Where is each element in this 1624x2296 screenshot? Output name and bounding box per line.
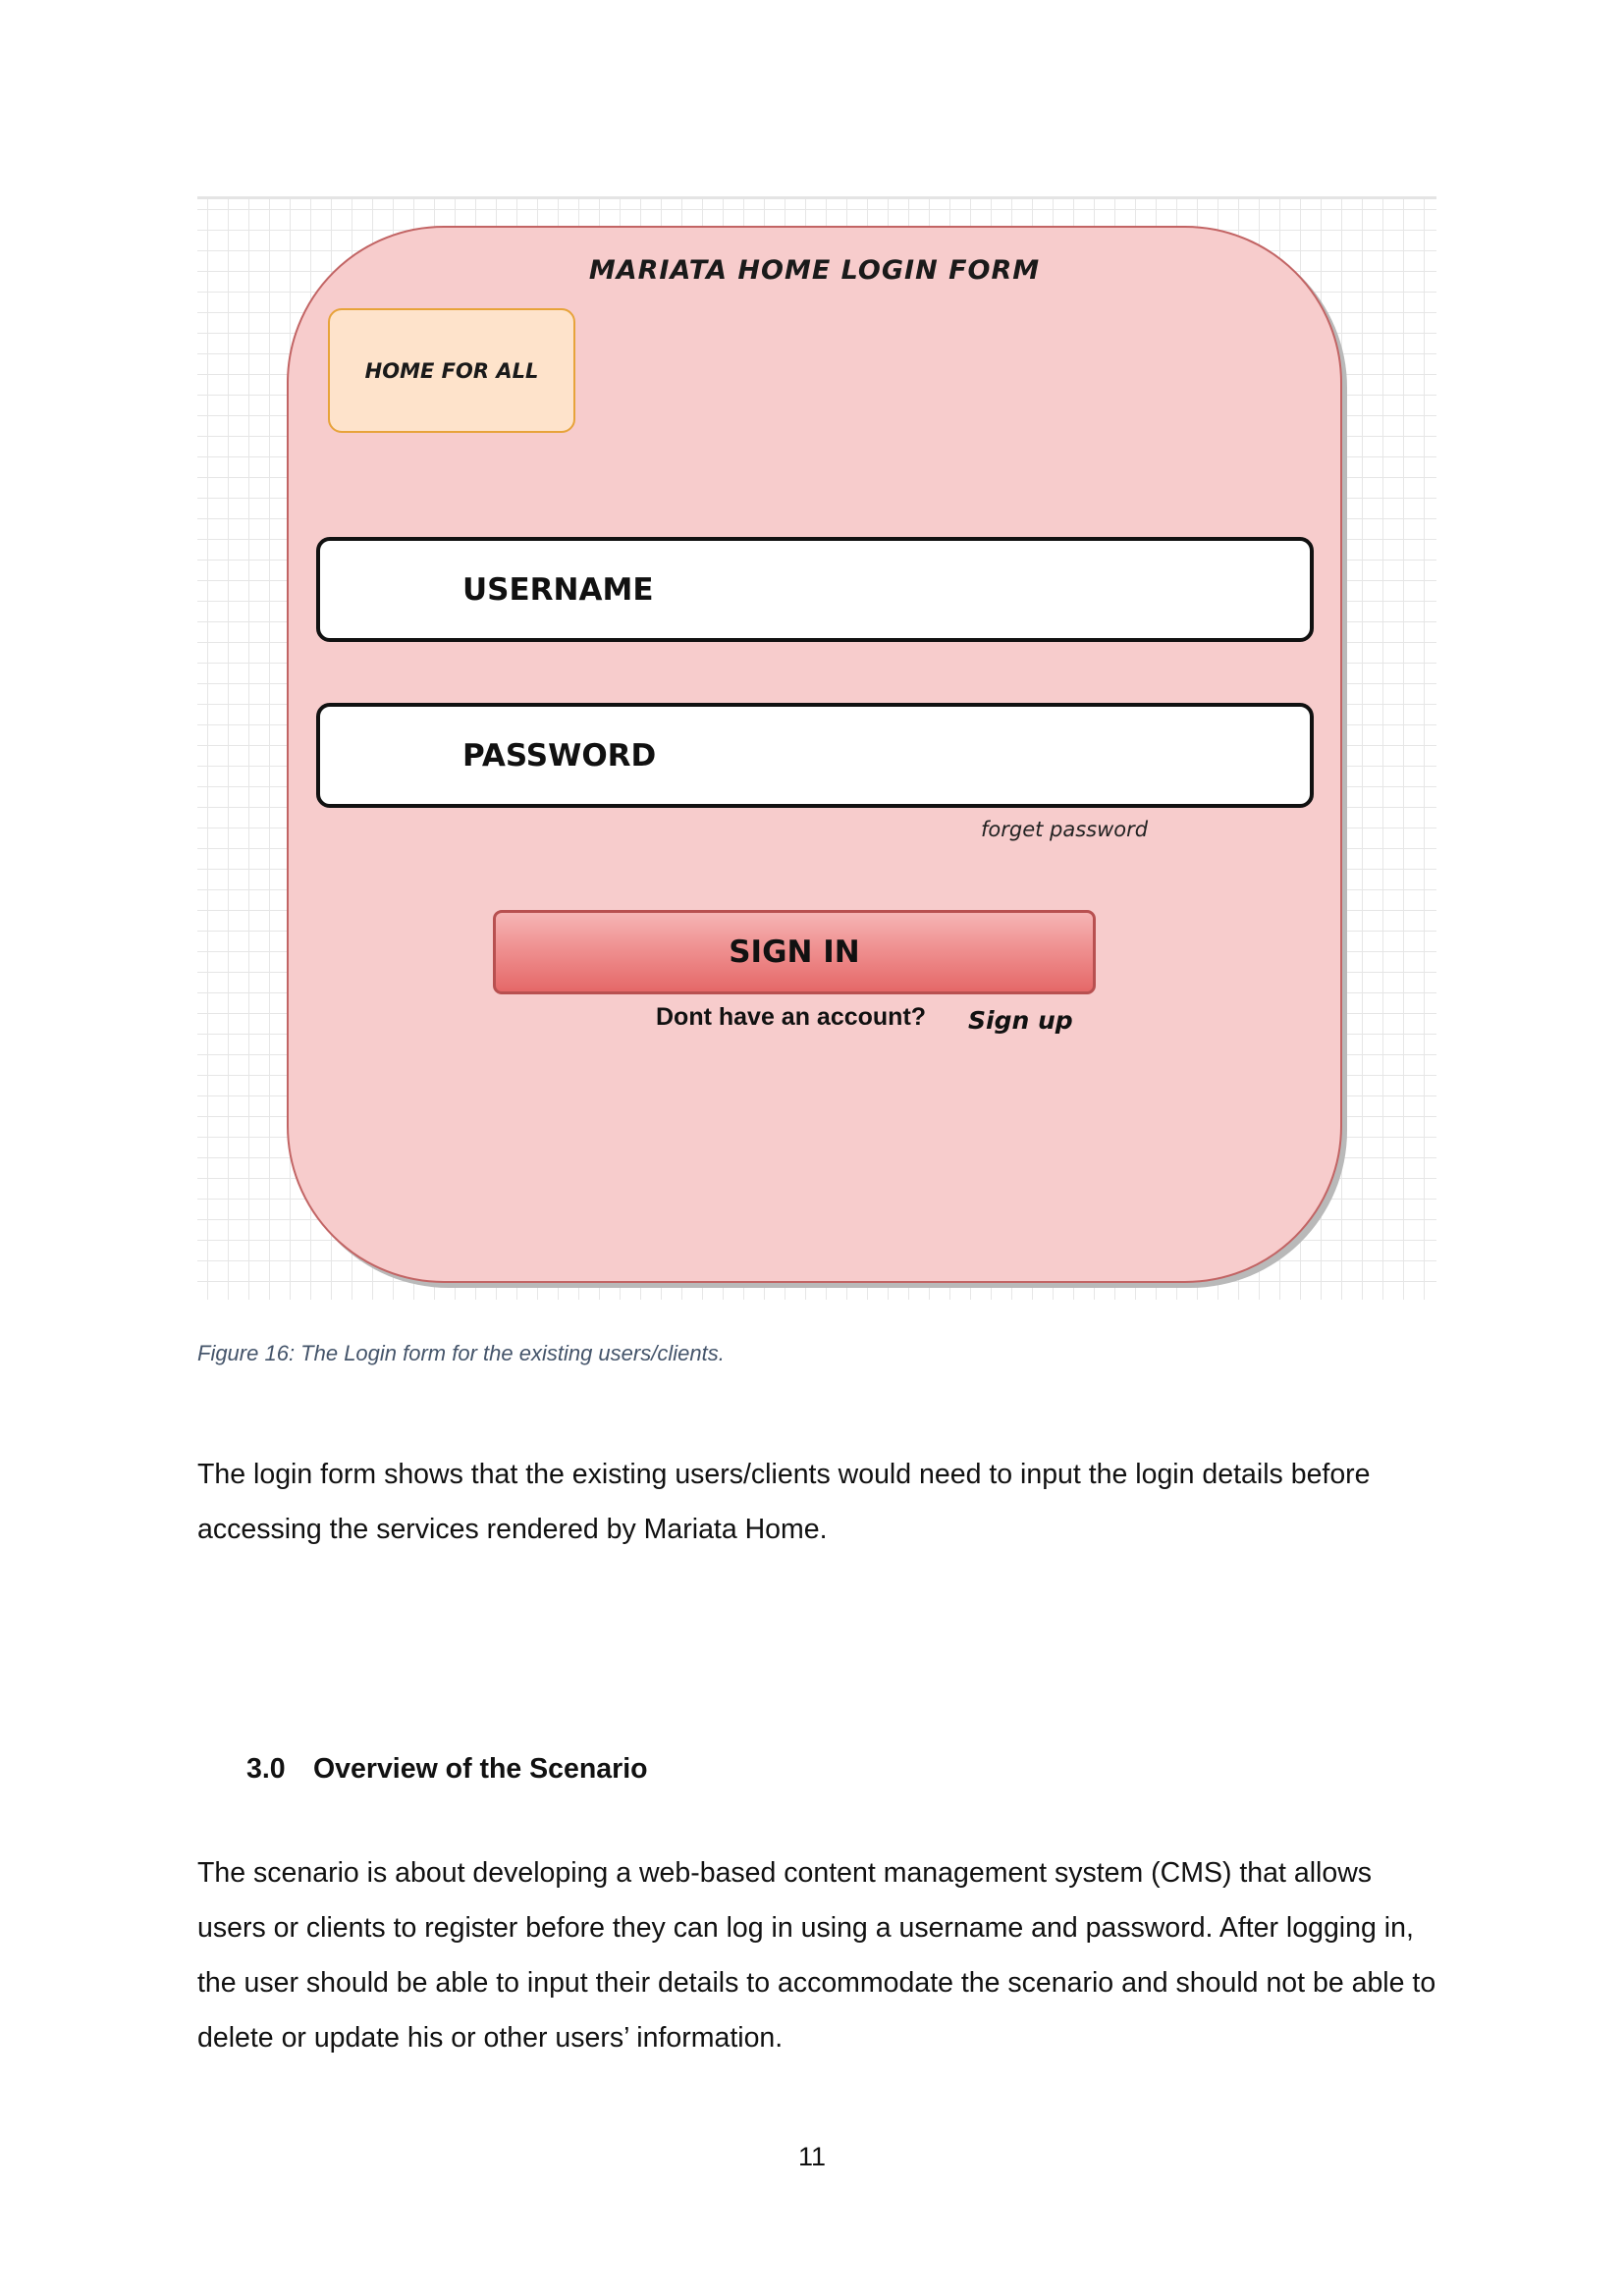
- home-logo-box: HOME FOR ALL: [328, 308, 575, 433]
- sign-in-button[interactable]: SIGN IN: [493, 910, 1096, 994]
- password-field[interactable]: PASSWORD: [316, 703, 1314, 808]
- section-heading: 3.0 Overview of the Scenario: [246, 1753, 648, 1786]
- form-title: MARIATA HOME LOGIN FORM: [588, 255, 1041, 286]
- username-field[interactable]: USERNAME: [316, 537, 1314, 642]
- section-number: 3.0: [246, 1753, 286, 1785]
- page-number: 11: [797, 2142, 827, 2171]
- sign-up-link[interactable]: Sign up: [968, 1006, 1073, 1035]
- sign-in-label: SIGN IN: [729, 934, 860, 970]
- figure-caption: Figure 16: The Login form for the existi…: [197, 1341, 725, 1365]
- paragraph-login-description: The login form shows that the existing u…: [197, 1459, 1371, 1545]
- paragraph-scenario-overview: The scenario is about developing a web-b…: [197, 1857, 1436, 2054]
- home-logo-label: HOME FOR ALL: [364, 358, 539, 383]
- login-card: MARIATA HOME LOGIN FORM HOME FOR ALL USE…: [287, 226, 1342, 1283]
- section-title: Overview of the Scenario: [313, 1753, 648, 1785]
- password-label: PASSWORD: [462, 738, 657, 774]
- forget-password-link[interactable]: forget password: [981, 818, 1148, 841]
- no-account-text: Dont have an account?: [656, 1003, 927, 1031]
- username-label: USERNAME: [462, 572, 654, 608]
- login-form-figure: MARIATA HOME LOGIN FORM HOME FOR ALL USE…: [197, 196, 1436, 1300]
